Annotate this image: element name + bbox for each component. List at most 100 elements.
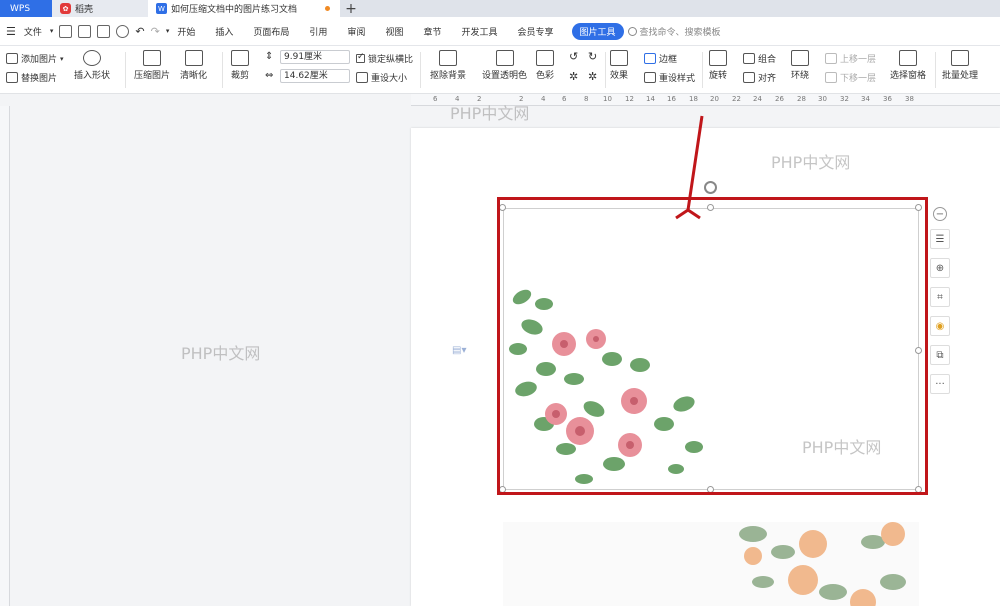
menu-start[interactable]: 开始 bbox=[175, 23, 197, 40]
more-chevron-icon[interactable]: ▾ bbox=[166, 27, 170, 35]
ruler-tick: 22 bbox=[732, 95, 741, 103]
menu-page-layout[interactable]: 页面布局 bbox=[251, 23, 291, 40]
width-input[interactable]: 14.62厘米 bbox=[280, 69, 350, 83]
group-icon bbox=[743, 53, 755, 64]
bring-forward-label: 上移一层 bbox=[840, 55, 877, 65]
rotate-left-icon[interactable]: ↺ bbox=[569, 50, 578, 63]
chevron-down-icon[interactable]: ▾ bbox=[50, 27, 54, 35]
set-transparent-color-button[interactable]: 设置透明色 bbox=[482, 50, 527, 81]
watermark-text: PHP中文网 bbox=[181, 344, 261, 363]
reset-size-label: 重设大小 bbox=[371, 74, 408, 84]
export-pdf-icon[interactable] bbox=[78, 24, 92, 38]
menu-review[interactable]: 审阅 bbox=[345, 23, 367, 40]
search-placeholder: 查找命令、搜索模板 bbox=[639, 27, 721, 38]
menu-member[interactable]: 会员专享 bbox=[515, 23, 555, 40]
menu-view[interactable]: 视图 bbox=[383, 23, 405, 40]
picture-tools-ribbon: 添加图片 ▾ 替换图片 插入形状 压缩图片 清晰化 裁剪 ⇕ 9.91厘米 ⇔ 1… bbox=[0, 46, 1000, 94]
align-button[interactable]: 对齐 bbox=[743, 71, 776, 84]
border-button[interactable]: 边框 bbox=[644, 52, 677, 65]
print-preview-icon[interactable] bbox=[116, 24, 130, 38]
remove-background-button[interactable]: 抠除背景 bbox=[430, 50, 466, 81]
align-icon bbox=[743, 72, 755, 83]
width-icon: ⇔ bbox=[265, 70, 274, 81]
crop-icon bbox=[231, 50, 249, 66]
remove-background-label: 抠除背景 bbox=[430, 71, 467, 81]
insert-shape-label: 插入形状 bbox=[74, 71, 111, 81]
brightness-up-icon[interactable]: ✲ bbox=[569, 70, 578, 83]
set-transparent-label: 设置透明色 bbox=[482, 71, 528, 81]
compress-picture-label: 压缩图片 bbox=[134, 71, 171, 81]
replace-picture-button[interactable]: 替换图片 bbox=[6, 71, 57, 84]
layout-options-icon[interactable]: ☰ bbox=[930, 229, 950, 249]
selection-pane-label: 选择窗格 bbox=[890, 71, 927, 81]
tab-daoke[interactable]: ✿ 稻壳 bbox=[52, 0, 148, 17]
crop-quick-icon[interactable]: ⌗ bbox=[930, 287, 950, 307]
transparent-color-icon bbox=[495, 50, 514, 66]
reset-size-button[interactable]: 重设大小 bbox=[356, 71, 407, 84]
brightness-down-icon[interactable]: ✲ bbox=[588, 70, 597, 83]
replace-picture-icon bbox=[6, 72, 18, 83]
crop-button[interactable]: 裁剪 bbox=[231, 50, 249, 81]
menu-references[interactable]: 引用 bbox=[307, 23, 329, 40]
tab-wps-home[interactable]: WPS bbox=[0, 0, 52, 17]
rotate-right-icon[interactable]: ↻ bbox=[588, 50, 597, 63]
picture-tips-icon[interactable]: ◉ bbox=[930, 316, 950, 336]
divider bbox=[125, 52, 126, 88]
divider bbox=[222, 52, 223, 88]
send-backward-icon bbox=[825, 72, 837, 83]
replace-picture-label: 替换图片 bbox=[21, 74, 58, 84]
second-picture[interactable] bbox=[503, 522, 919, 606]
ruler-tick: 6 bbox=[562, 95, 567, 103]
add-picture-button[interactable]: 添加图片 ▾ bbox=[6, 52, 64, 65]
rotate-button[interactable]: 旋转 bbox=[709, 50, 727, 81]
reset-style-label: 重设样式 bbox=[659, 74, 696, 84]
selection-pane-button[interactable]: 选择窗格 bbox=[890, 50, 926, 81]
sharpen-icon bbox=[184, 50, 203, 66]
lock-ratio-checkbox[interactable]: 锁定纵横比 bbox=[356, 52, 413, 65]
save-icon[interactable] bbox=[59, 24, 73, 38]
zoom-picture-icon[interactable]: ⊕ bbox=[930, 258, 950, 278]
send-backward-label: 下移一层 bbox=[840, 74, 877, 84]
divider bbox=[702, 52, 703, 88]
wrap-button[interactable]: 环绕 bbox=[791, 50, 809, 81]
annotation-arrow-icon bbox=[675, 115, 704, 220]
reset-style-button[interactable]: 重设样式 bbox=[644, 71, 695, 84]
ruler-tick: 34 bbox=[861, 95, 870, 103]
batch-process-button[interactable]: 批量处理 bbox=[942, 50, 978, 81]
new-tab-button[interactable]: + bbox=[340, 0, 362, 17]
copy-picture-icon[interactable]: ⧉ bbox=[930, 345, 950, 365]
menu-insert[interactable]: 插入 bbox=[213, 23, 235, 40]
menu-bar: ☰ 文件 ▾ ↶ ↷ ▾ 开始 插入 页面布局 引用 审阅 视图 章节 开发工具… bbox=[0, 17, 1000, 46]
height-icon: ⇕ bbox=[265, 51, 274, 62]
lock-ratio-label: 锁定纵横比 bbox=[368, 55, 414, 65]
chevron-down-icon: ▾ bbox=[60, 54, 64, 63]
group-label: 组合 bbox=[758, 55, 777, 65]
menu-picture-tools[interactable]: 图片工具 bbox=[571, 22, 624, 40]
ruler-tick: 12 bbox=[625, 95, 634, 103]
compress-picture-button[interactable]: 压缩图片 bbox=[134, 50, 170, 81]
redo-icon[interactable]: ↷ bbox=[151, 25, 160, 38]
color-button[interactable]: 色彩 bbox=[536, 50, 554, 81]
main-menu: 开始 插入 页面布局 引用 审阅 视图 章节 开发工具 会员专享 图片工具 查找… bbox=[175, 22, 721, 40]
menu-chapter[interactable]: 章节 bbox=[421, 23, 443, 40]
tab-document[interactable]: W 如何压缩文档中的图片练习文档 bbox=[148, 0, 340, 17]
effects-button[interactable]: 效果 bbox=[610, 50, 628, 81]
more-options-button[interactable]: ··· bbox=[930, 374, 950, 394]
wrap-label: 环绕 bbox=[791, 71, 810, 81]
group-button[interactable]: 组合 bbox=[743, 52, 776, 65]
color-label: 色彩 bbox=[536, 71, 555, 81]
paragraph-layout-icon[interactable]: ▤▾ bbox=[452, 345, 466, 356]
insert-shape-button[interactable]: 插入形状 bbox=[74, 50, 110, 81]
undo-icon[interactable]: ↶ bbox=[135, 25, 144, 38]
bring-forward-button[interactable]: 上移一层 bbox=[825, 52, 876, 65]
command-search[interactable]: 查找命令、搜索模板 bbox=[627, 25, 721, 38]
collapse-toolbar-icon[interactable]: − bbox=[933, 207, 947, 221]
print-icon[interactable] bbox=[97, 24, 111, 38]
ruler-tick: 28 bbox=[797, 95, 806, 103]
hamburger-menu-icon[interactable]: ☰ bbox=[6, 25, 16, 38]
height-input[interactable]: 9.91厘米 bbox=[280, 50, 350, 64]
sharpen-button[interactable]: 清晰化 bbox=[180, 50, 207, 81]
menu-developer[interactable]: 开发工具 bbox=[459, 23, 499, 40]
send-backward-button[interactable]: 下移一层 bbox=[825, 71, 876, 84]
file-menu[interactable]: 文件 bbox=[22, 23, 44, 40]
